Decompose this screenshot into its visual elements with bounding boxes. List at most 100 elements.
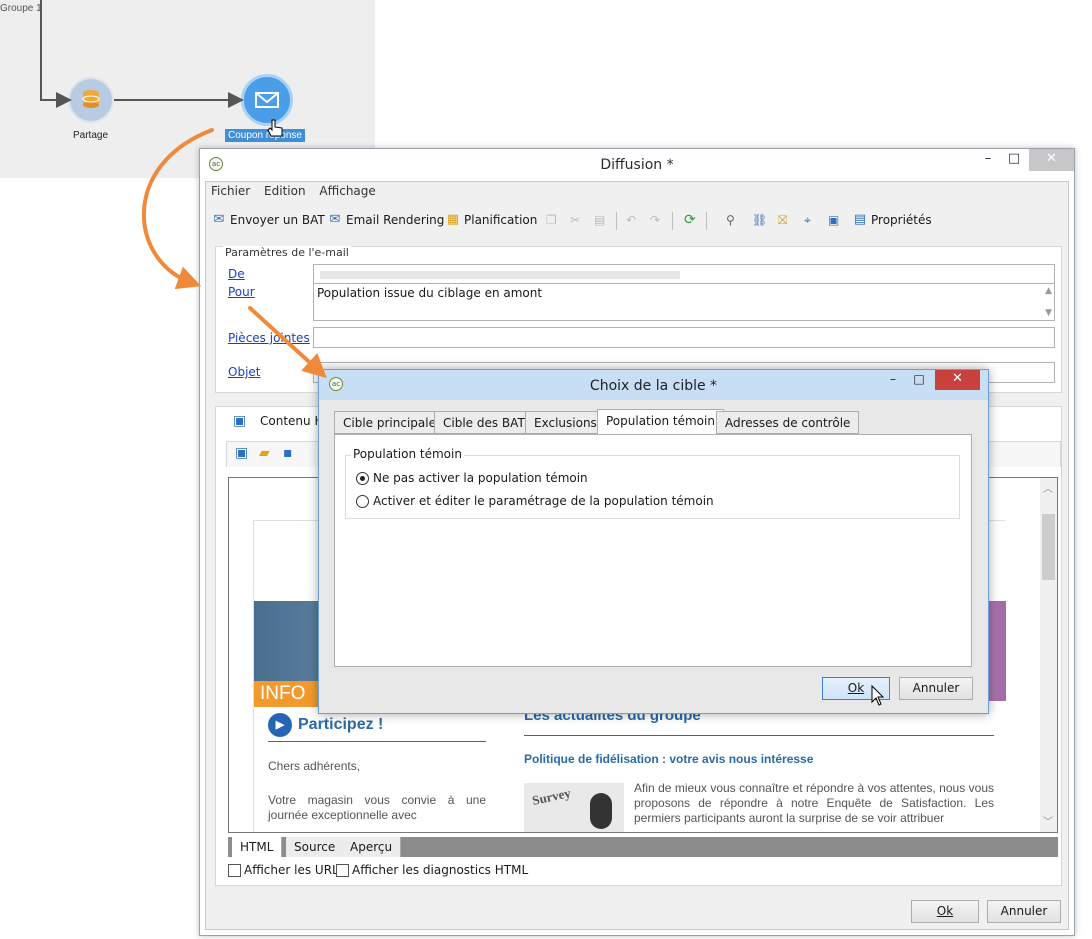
- scroll-up-icon[interactable]: ▲: [1045, 286, 1052, 296]
- scroll-up-icon[interactable]: ︿: [1043, 480, 1053, 495]
- paste-icon[interactable]: ▤: [594, 210, 605, 230]
- copy-icon[interactable]: ❐: [546, 210, 557, 230]
- properties-button[interactable]: ▤ Propriétés: [852, 210, 932, 230]
- participate-text: Participez !: [298, 716, 384, 734]
- scroll-down-icon[interactable]: ﹀: [1043, 813, 1053, 828]
- send-proof-button[interactable]: ✉ Envoyer un BAT: [211, 210, 325, 230]
- checkbox-box[interactable]: [336, 863, 349, 877]
- close-icon[interactable]: ✕: [1029, 149, 1074, 171]
- attachments-field[interactable]: [313, 327, 1055, 348]
- split-activity-node[interactable]: [68, 77, 114, 123]
- content-mode-tabs: HTML Source Aperçu: [228, 837, 1058, 857]
- workflow-link: [40, 0, 42, 101]
- redo-icon[interactable]: ↷: [650, 210, 660, 230]
- email-parameters-legend: Paramètres de l'e-mail: [223, 246, 351, 259]
- participate-title: ▶ Participez !: [268, 713, 383, 737]
- menu-affichage[interactable]: Affichage: [314, 182, 380, 198]
- tab-main-target[interactable]: Cible principale: [334, 411, 445, 434]
- planning-button[interactable]: ▦ Planification: [445, 210, 538, 230]
- planning-label: Planification: [464, 213, 538, 227]
- close-icon[interactable]: ✕: [935, 370, 980, 390]
- tab-source[interactable]: Source: [286, 837, 345, 857]
- offer-icon[interactable]: ▣: [828, 210, 839, 230]
- scrollbar-thumb[interactable]: [1042, 514, 1055, 580]
- from-link[interactable]: De: [228, 267, 245, 281]
- menu-edition[interactable]: Edition: [259, 182, 311, 198]
- policy-heading: Politique de fidélisation : votre avis n…: [524, 752, 814, 766]
- scroll-down-icon[interactable]: ▼: [1045, 308, 1052, 318]
- preview-scrollbar[interactable]: ︿ ﹀: [1040, 478, 1057, 832]
- tab-control-group[interactable]: Population témoin: [597, 409, 724, 435]
- tab-apercu[interactable]: Aperçu: [342, 837, 402, 857]
- show-diagnostics-checkbox[interactable]: Afficher les diagnostics HTML: [336, 863, 528, 877]
- paperclip-icon[interactable]: ⚲: [726, 210, 735, 230]
- info-badge: INFO: [254, 681, 324, 707]
- to-field[interactable]: Population issue du ciblage en amont ▲ ▼: [313, 283, 1055, 321]
- control-group-fieldset: Population témoin Ne pas activer la popu…: [345, 447, 960, 519]
- new-content-icon[interactable]: ▣: [235, 445, 248, 461]
- window-title: Diffusion *: [600, 157, 674, 173]
- refresh-icon[interactable]: ⟳: [684, 210, 696, 230]
- save-icon[interactable]: ▪: [283, 445, 293, 461]
- show-urls-checkbox[interactable]: Afficher les URL: [228, 863, 339, 877]
- email-rendering-button[interactable]: ✉ Email Rendering: [327, 210, 445, 230]
- toolbar-separator: [616, 212, 617, 230]
- dialog-ok-label: Ok: [847, 681, 865, 695]
- main-cancel-button[interactable]: Annuler: [987, 900, 1061, 923]
- greeting-text: Chers adhérents,: [268, 759, 361, 773]
- email-rendering-icon: ✉: [329, 212, 341, 227]
- email-delivery-node[interactable]: [241, 74, 293, 126]
- survey-image: Survey: [524, 783, 624, 832]
- tracking-icon[interactable]: ⌖: [804, 210, 811, 230]
- show-urls-label: Afficher les URL: [244, 863, 339, 877]
- tab-html[interactable]: HTML: [232, 837, 283, 857]
- tab-exclusions[interactable]: Exclusions: [525, 411, 606, 434]
- send-proof-icon: ✉: [213, 212, 225, 227]
- maximize-icon[interactable]: □: [906, 370, 932, 390]
- main-ok-button[interactable]: Ok: [911, 900, 979, 923]
- dialog-ok-button[interactable]: Ok: [822, 677, 890, 700]
- radio-unselected[interactable]: [356, 494, 369, 508]
- gift-icon[interactable]: ⛝: [778, 210, 787, 230]
- menu-bar: Fichier Edition Affichage: [206, 182, 1068, 202]
- split-node-label: Partage: [73, 130, 109, 141]
- dialog-titlebar[interactable]: ac Choix de la cible * – □ ✕: [319, 370, 988, 400]
- tab-seed-addresses[interactable]: Adresses de contrôle: [716, 411, 860, 434]
- survey-image-caption: Survey: [530, 785, 573, 808]
- link-icon[interactable]: ⛓: [752, 210, 767, 230]
- workflow-link: [40, 99, 66, 101]
- menu-fichier[interactable]: Fichier: [206, 182, 255, 198]
- survey-text: Afin de mieux vous connaître et répondre…: [634, 781, 994, 825]
- transition-label: Groupe 1: [0, 3, 42, 14]
- radio-selected[interactable]: [356, 471, 369, 485]
- envelope-icon: [255, 92, 279, 108]
- main-toolbar: ✉ Envoyer un BAT ✉ Email Rendering ▦ Pla…: [206, 206, 1068, 234]
- window-titlebar[interactable]: ac Diffusion * – □ ✕: [200, 149, 1074, 181]
- attachments-link[interactable]: Pièces jointes: [228, 331, 310, 345]
- open-folder-icon[interactable]: ▰: [259, 445, 270, 461]
- show-diagnostics-label: Afficher les diagnostics HTML: [352, 863, 529, 877]
- checkbox-box[interactable]: [228, 863, 241, 877]
- to-link[interactable]: Pour: [228, 285, 255, 299]
- option1-label: Ne pas activer la population témoin: [373, 471, 588, 485]
- target-selection-dialog[interactable]: ac Choix de la cible * – □ ✕ Cible princ…: [318, 369, 989, 714]
- section-rule: [524, 735, 994, 736]
- minimize-icon[interactable]: –: [974, 149, 1002, 171]
- workflow-transition[interactable]: [114, 99, 240, 101]
- email-rendering-label: Email Rendering: [346, 213, 445, 227]
- invitation-text: Votre magasin vous convie à une journée …: [268, 793, 486, 822]
- maximize-icon[interactable]: □: [1000, 149, 1028, 171]
- tab-proof-target[interactable]: Cible des BAT: [434, 411, 534, 434]
- dialog-cancel-button[interactable]: Annuler: [899, 677, 973, 700]
- undo-icon[interactable]: ↶: [626, 210, 636, 230]
- delivery-node-label: Coupon réponse: [225, 129, 305, 142]
- cut-icon[interactable]: ✂: [570, 210, 580, 230]
- subject-link[interactable]: Objet: [228, 365, 260, 379]
- control-group-legend: Population témoin: [351, 447, 464, 461]
- disable-control-group-radio[interactable]: Ne pas activer la population témoin: [356, 471, 588, 485]
- from-field[interactable]: [313, 264, 1055, 285]
- enable-control-group-radio[interactable]: Activer et éditer le paramétrage de la p…: [356, 494, 714, 508]
- play-icon: ▶: [268, 713, 292, 737]
- minimize-icon[interactable]: –: [880, 370, 906, 390]
- control-group-panel: Population témoin Ne pas activer la popu…: [334, 434, 972, 667]
